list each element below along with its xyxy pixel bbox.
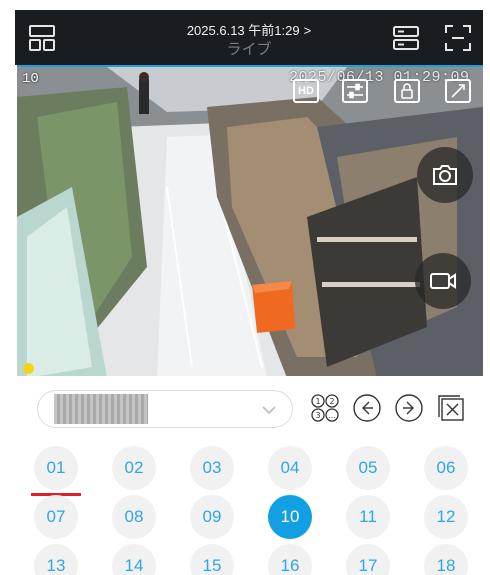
- channel-button-07[interactable]: 07: [34, 495, 78, 539]
- channel-button-06[interactable]: 06: [424, 446, 468, 490]
- chevron-down-icon: [262, 406, 276, 415]
- adjust-settings-button[interactable]: [342, 79, 368, 103]
- live-video-view[interactable]: 10 2025/06/13 01:29:09 HD: [17, 65, 483, 376]
- channel-button-13[interactable]: 13: [34, 544, 78, 575]
- sliders-icon: [347, 83, 363, 99]
- svg-text:1: 1: [315, 397, 320, 406]
- channel-button-10[interactable]: 10: [268, 495, 312, 539]
- snapshot-camera-icon[interactable]: [417, 147, 473, 203]
- lock-icon: [401, 83, 413, 99]
- next-arrow-icon[interactable]: [393, 392, 425, 424]
- svg-text:…: …: [328, 411, 336, 420]
- channel-grid: 01 02 03 04 05 06 07 08 09 10 11 12 13 14 15 16 17 18: [15, 446, 483, 575]
- svg-text:3: 3: [315, 411, 320, 420]
- channel-button-05[interactable]: 05: [346, 446, 390, 490]
- device-name-redacted: [54, 394, 148, 424]
- control-bar: 1 2 3 …: [15, 376, 483, 442]
- channel-button-18[interactable]: 18: [424, 544, 468, 575]
- live-label: ライブ: [226, 41, 272, 58]
- channel-button-15[interactable]: 15: [190, 544, 234, 575]
- channel-button-03[interactable]: 03: [190, 446, 234, 490]
- channel-button-02[interactable]: 02: [112, 446, 156, 490]
- lock-button[interactable]: [394, 79, 420, 103]
- channel-button-04[interactable]: 04: [268, 446, 312, 490]
- channel-button-01[interactable]: 01: [34, 446, 78, 490]
- device-list-icon[interactable]: [391, 23, 421, 53]
- multi-view-layout-icon[interactable]: [27, 23, 57, 53]
- channel-button-16[interactable]: 16: [268, 544, 312, 575]
- channel-button-11[interactable]: 11: [346, 495, 390, 539]
- channel-button-17[interactable]: 17: [346, 544, 390, 575]
- top-bar: 2025.6.13 午前1:29 > ライブ: [15, 10, 483, 65]
- app-frame: 2025.6.13 午前1:29 > ライブ 10 2025/06/13 01:…: [15, 10, 483, 575]
- expand-button[interactable]: [445, 79, 471, 103]
- hd-quality-button[interactable]: HD: [293, 79, 319, 103]
- previous-arrow-icon[interactable]: [351, 392, 383, 424]
- close-all-icon[interactable]: [435, 392, 467, 424]
- expand-diagonal-icon: [451, 84, 465, 98]
- channel-button-14[interactable]: 14: [112, 544, 156, 575]
- record-video-icon[interactable]: [415, 253, 471, 309]
- date-time-title[interactable]: 2025.6.13 午前1:29 >: [165, 20, 333, 39]
- channel-number-label: 10: [22, 71, 39, 87]
- svg-text:2: 2: [329, 397, 334, 406]
- status-indicator-dot: [23, 363, 34, 374]
- channel-button-12[interactable]: 12: [424, 495, 468, 539]
- store-camera-feed: [17, 67, 483, 376]
- fullscreen-icon[interactable]: [443, 23, 473, 53]
- channel-button-09[interactable]: 09: [190, 495, 234, 539]
- device-select-dropdown[interactable]: [37, 390, 293, 428]
- chevron-right-icon: >: [303, 23, 312, 38]
- channel-numbers-icon[interactable]: 1 2 3 …: [309, 392, 341, 424]
- channel-button-08[interactable]: 08: [112, 495, 156, 539]
